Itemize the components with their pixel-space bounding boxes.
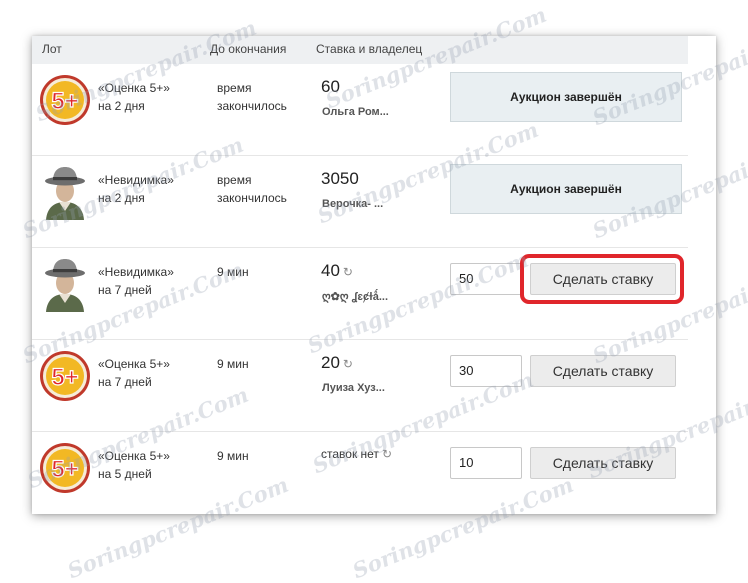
header-time-left: До окончания — [210, 42, 287, 56]
no-bids-label: ставок нет ↻ — [321, 447, 392, 461]
table-row: «Невидимка» на 2 дня время закончилось 3… — [32, 156, 688, 248]
bid-owner[interactable]: Ольга Ром... — [322, 106, 389, 118]
lot-name[interactable]: «Оценка 5+» на 7 дней — [98, 355, 170, 391]
lot-name[interactable]: «Оценка 5+» на 2 дня — [98, 79, 170, 115]
refresh-icon[interactable]: ↻ — [343, 357, 353, 371]
bid-owner[interactable]: Верочка- ... — [322, 198, 383, 210]
table-row: 5+ «Оценка 5+» на 7 дней 9 мин 20 ↻ Луиза… — [32, 340, 688, 432]
bid-owner[interactable]: Луиза Хуз... — [322, 382, 385, 394]
lot-name[interactable]: «Невидимка» на 2 дня — [98, 171, 174, 207]
bid-value: 40 — [321, 261, 340, 280]
lot-duration: на 7 дней — [98, 283, 152, 297]
table-row: «Невидимка» на 7 дней 9 мин 40 ↻ ღ✿ღ ʆɛȼɫ… — [32, 248, 688, 340]
header-bid-owner: Ставка и владелец — [316, 42, 423, 56]
badge-text: 5+ — [51, 88, 78, 115]
bid-amount: 60 — [321, 77, 340, 96]
lot-duration: на 2 дня — [98, 99, 145, 113]
time-left-line1: время — [217, 173, 252, 187]
table-row: 5+ «Оценка 5+» на 5 дней 9 мин ставок не… — [32, 432, 688, 523]
lot-name[interactable]: «Невидимка» на 7 дней — [98, 263, 174, 299]
table-row: 5+ «Оценка 5+» на 2 дня время закончилос… — [32, 64, 688, 156]
no-bids-text: ставок нет — [321, 447, 379, 461]
time-left: 9 мин — [217, 449, 249, 463]
badge-text: 5+ — [51, 456, 78, 483]
auction-card: Лот До окончания Ставка и владелец 5+ «О… — [32, 36, 716, 514]
time-left-line2: закончилось — [217, 99, 287, 113]
place-bid-button[interactable]: Сделать ставку — [530, 447, 676, 479]
bid-value: 20 — [321, 353, 340, 372]
invisible-man-icon — [45, 259, 85, 312]
lot-title[interactable]: «Оценка 5+» — [98, 447, 170, 465]
refresh-icon[interactable]: ↻ — [382, 447, 392, 461]
time-left-line1: время — [217, 81, 252, 95]
lot-title[interactable]: «Невидимка» — [98, 171, 174, 189]
bid-input[interactable]: 50 — [450, 263, 522, 295]
bid-amount: 3050 — [321, 169, 359, 188]
lot-title[interactable]: «Оценка 5+» — [98, 355, 170, 373]
table-header: Лот До окончания Ставка и владелец — [32, 36, 688, 64]
time-left: время закончилось — [217, 79, 287, 115]
refresh-icon[interactable]: ↻ — [343, 265, 353, 279]
lot-duration: на 7 дней — [98, 375, 152, 389]
badge-text: 5+ — [51, 364, 78, 391]
five-plus-badge-icon: 5+ — [40, 351, 90, 401]
lot-duration: на 2 дня — [98, 191, 145, 205]
bid-amount: 20 ↻ — [321, 353, 353, 373]
lot-title[interactable]: «Оценка 5+» — [98, 79, 170, 97]
time-left-line2: закончилось — [217, 191, 287, 205]
invisible-man-icon — [45, 167, 85, 220]
time-left: 9 мин — [217, 265, 249, 279]
lot-title[interactable]: «Невидимка» — [98, 263, 174, 281]
place-bid-button[interactable]: Сделать ставку — [530, 355, 676, 387]
bid-amount: 40 ↻ — [321, 261, 353, 281]
bid-input[interactable]: 10 — [450, 447, 522, 479]
auction-ended-label: Аукцион завершён — [450, 72, 682, 122]
lot-name[interactable]: «Оценка 5+» на 5 дней — [98, 447, 170, 483]
time-left: 9 мин — [217, 357, 249, 371]
place-bid-button[interactable]: Сделать ставку — [530, 263, 676, 295]
five-plus-badge-icon: 5+ — [40, 443, 90, 493]
time-left: время закончилось — [217, 171, 287, 207]
five-plus-badge-icon: 5+ — [40, 75, 90, 125]
auction-ended-label: Аукцион завершён — [450, 164, 682, 214]
header-lot: Лот — [42, 42, 62, 56]
lot-duration: на 5 дней — [98, 467, 152, 481]
bid-input[interactable]: 30 — [450, 355, 522, 387]
bid-owner[interactable]: ღ✿ღ ʆɛȼɫǻ... — [322, 290, 388, 303]
